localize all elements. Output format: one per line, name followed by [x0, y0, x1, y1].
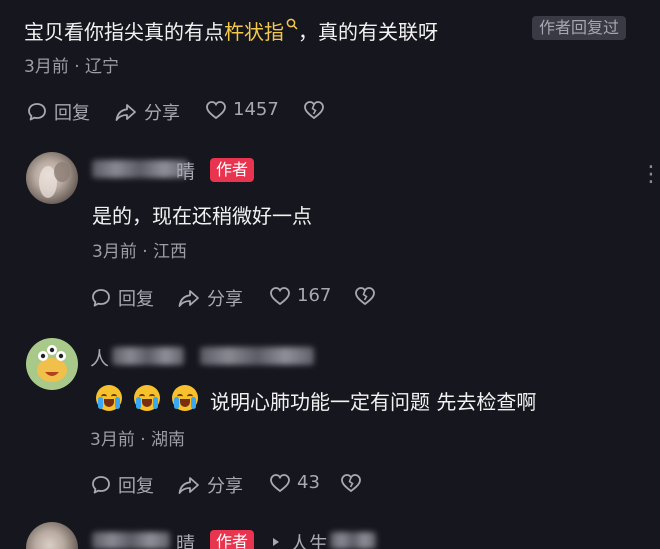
like-button[interactable]: 43 [269, 472, 320, 493]
emoji-group [96, 385, 198, 411]
username-blurred[interactable] [200, 347, 314, 365]
top-comment-text-part: ，真的有关联呀 [298, 20, 438, 44]
dislike-button[interactable] [340, 473, 362, 493]
share-button[interactable]: 分享 [177, 285, 243, 311]
reply-label: 回复 [54, 103, 90, 124]
like-count: 167 [297, 285, 332, 306]
share-icon [178, 290, 199, 307]
author-tag: 作者 [210, 530, 255, 549]
author-tag: 作者 [210, 158, 255, 182]
reply-text: 是的，现在还稍微好一点 [92, 204, 312, 228]
username-blurred[interactable] [92, 532, 170, 549]
comment-icon [28, 103, 46, 121]
broken-heart-icon [304, 101, 324, 120]
avatar[interactable] [26, 338, 78, 390]
username-blurred[interactable] [330, 532, 376, 549]
author-replied-badge: 作者回复过 [532, 16, 627, 40]
username-visible-part[interactable]: 晴 [176, 157, 195, 184]
reply-label: 回复 [118, 289, 154, 310]
comment-meta: 3月前 · 湖南 [90, 430, 186, 450]
like-button[interactable]: 1457 [205, 99, 279, 120]
broken-heart-icon [355, 287, 375, 306]
reply-label: 回复 [118, 476, 154, 497]
top-comment-text: 宝贝看你指尖真的有点杵状指 ，真的有关联呀 [24, 16, 438, 45]
reply-text: 说明心肺功能一定有问题 先去检查啊 [210, 390, 537, 414]
crying-emoji-icon [96, 385, 122, 411]
reply-button[interactable]: 回复 [90, 472, 154, 498]
more-icon[interactable]: ⋮ [640, 162, 660, 187]
heart-icon [270, 473, 290, 492]
share-button[interactable]: 分享 [114, 99, 180, 125]
avatar-image [37, 345, 67, 382]
share-label: 分享 [144, 103, 180, 124]
crying-emoji-icon [134, 385, 160, 411]
username-blurred[interactable] [92, 160, 188, 178]
reply-button[interactable]: 回复 [90, 285, 154, 311]
comment-meta: 3月前 · 江西 [92, 242, 188, 262]
username-visible-part[interactable]: 晴 [176, 529, 195, 549]
reply-button[interactable]: 回复 [26, 99, 90, 125]
top-comment-text-part: 宝贝看你指尖真的有点 [24, 20, 224, 44]
avatar-image [39, 162, 70, 198]
crying-emoji-icon [172, 385, 198, 411]
share-icon [115, 104, 136, 121]
username-blurred[interactable] [112, 347, 184, 365]
like-button[interactable]: 167 [269, 285, 331, 306]
share-label: 分享 [207, 289, 243, 310]
comment-meta: 3月前 · 辽宁 [24, 57, 120, 77]
search-icon[interactable] [286, 18, 298, 30]
dislike-button[interactable] [354, 286, 376, 306]
reply-to-name[interactable]: 人生 [290, 529, 328, 549]
avatar[interactable] [26, 522, 78, 549]
username-visible-part[interactable]: 人 [90, 344, 109, 371]
share-icon [178, 477, 199, 494]
broken-heart-icon [341, 474, 361, 493]
comment-icon [92, 289, 110, 307]
highlight-keyword-link[interactable]: 杵状指 [224, 20, 284, 44]
heart-icon [270, 286, 290, 305]
share-button[interactable]: 分享 [177, 472, 243, 498]
heart-icon [206, 100, 226, 119]
share-label: 分享 [207, 476, 243, 497]
like-count: 1457 [233, 99, 279, 120]
dislike-button[interactable] [303, 100, 325, 120]
like-count: 43 [297, 472, 320, 493]
avatar[interactable] [26, 152, 78, 204]
reply-arrow-icon [273, 538, 279, 546]
comment-icon [92, 476, 110, 494]
